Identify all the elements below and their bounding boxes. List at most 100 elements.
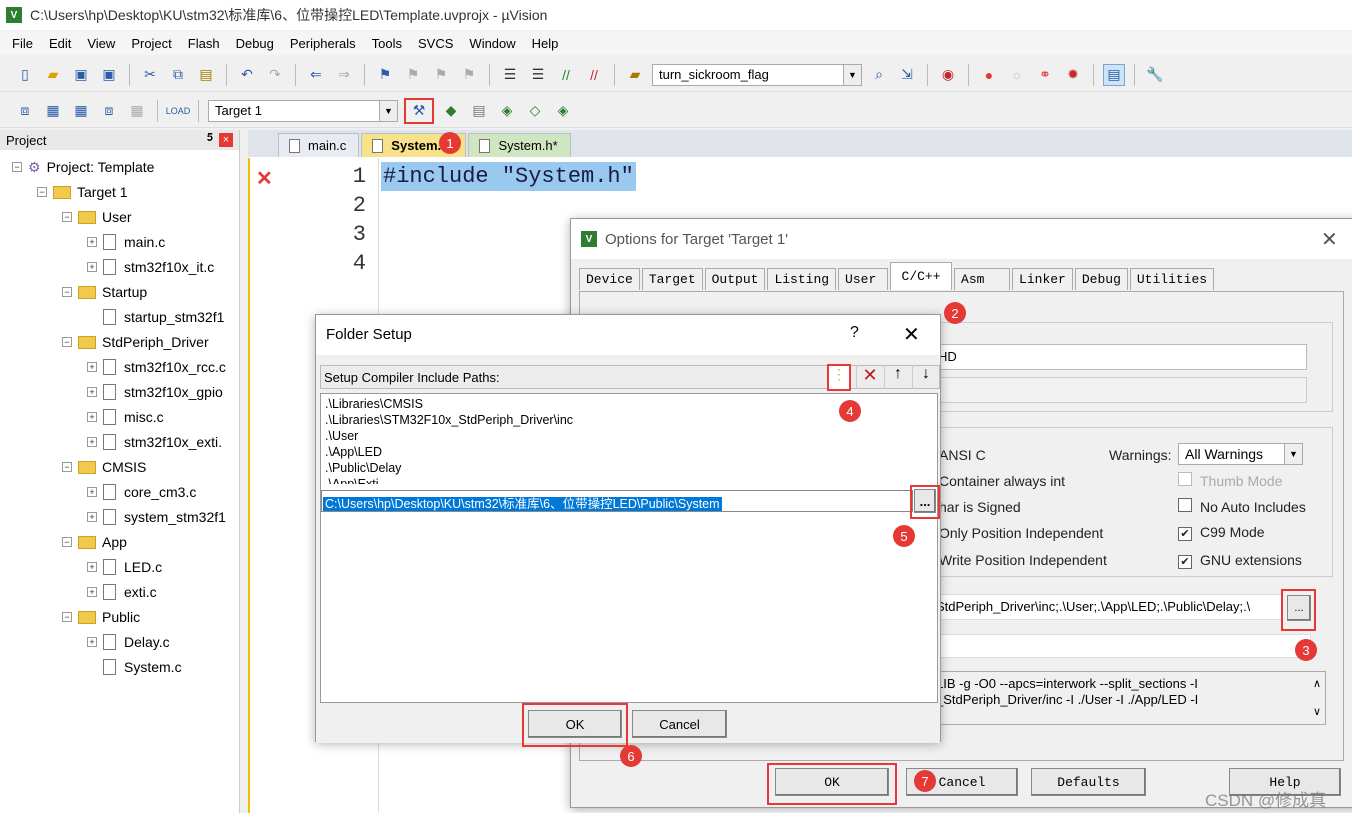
tree-item[interactable]: + misc.c — [87, 406, 164, 428]
unindent-icon[interactable]: ☰ — [527, 64, 549, 86]
menu-svcs[interactable]: SVCS — [410, 36, 461, 51]
save-icon[interactable]: ▣ — [70, 64, 92, 86]
delete-path-icon[interactable]: ✕ — [856, 365, 883, 389]
folder-cancel-button[interactable]: Cancel — [632, 710, 727, 738]
tree-item[interactable]: − Public — [62, 606, 140, 628]
undefine-input[interactable] — [931, 377, 1307, 403]
expand-icon[interactable]: + — [87, 412, 97, 422]
back-icon[interactable]: ⇐ — [305, 64, 327, 86]
menu-help[interactable]: Help — [524, 36, 567, 51]
forward-icon[interactable]: ⇒ — [333, 64, 355, 86]
include-paths-input[interactable]: StdPeriph_Driver\inc;.\User;.\App\LED;.\… — [931, 594, 1283, 620]
chevron-down-icon[interactable]: ▼ — [379, 100, 397, 121]
tree-item[interactable]: − ⚙ Project: Template — [12, 156, 154, 178]
menu-view[interactable]: View — [79, 36, 123, 51]
menu-flash[interactable]: Flash — [180, 36, 228, 51]
gnu-extensions-checkbox[interactable]: ✔ GNU extensions — [1178, 552, 1302, 569]
tab-listing[interactable]: Listing — [767, 268, 837, 290]
breakpoint-icon[interactable]: ● — [978, 64, 1000, 86]
tab-target[interactable]: Target — [641, 268, 703, 290]
cut-icon[interactable]: ✂ — [139, 64, 161, 86]
select-software-packs-icon[interactable]: ◈ — [552, 100, 574, 122]
tree-item[interactable]: + Delay.c — [87, 631, 170, 653]
expand-icon[interactable]: + — [87, 637, 97, 647]
collapse-icon[interactable]: − — [62, 287, 72, 297]
menu-edit[interactable]: Edit — [41, 36, 79, 51]
tree-item[interactable]: + core_cm3.c — [87, 481, 196, 503]
tab-output[interactable]: Output — [704, 268, 766, 290]
help-icon[interactable]: ? — [850, 324, 859, 342]
disable-all-breakpoints-icon[interactable]: ⚭ — [1034, 64, 1056, 86]
tree-item[interactable]: − Startup — [62, 281, 147, 303]
collapse-icon[interactable]: − — [62, 212, 72, 222]
folder-ok-button[interactable]: OK — [528, 710, 622, 738]
rebuild-icon[interactable]: ▦ — [70, 100, 92, 122]
define-input[interactable]: HD — [931, 344, 1307, 370]
collapse-icon[interactable]: − — [62, 337, 72, 347]
bookmark-icon[interactable]: ⚑ — [374, 64, 396, 86]
tree-item[interactable]: + main.c — [87, 231, 165, 253]
chevron-down-icon[interactable]: ▼ — [1284, 444, 1302, 464]
path-item[interactable]: .\User — [325, 428, 933, 444]
close-panel-icon[interactable]: × — [219, 133, 233, 147]
tree-item[interactable]: − App — [62, 531, 127, 553]
window-layout-icon[interactable]: ▤ — [1103, 63, 1125, 86]
expand-icon[interactable]: + — [87, 262, 97, 272]
tree-item[interactable]: + LED.c — [87, 556, 162, 578]
tree-item[interactable]: + stm32f10x_exti. — [87, 431, 222, 453]
menu-tools[interactable]: Tools — [364, 36, 410, 51]
move-up-icon[interactable]: ↑ — [884, 365, 911, 389]
warnings-select[interactable]: All Warnings ▼ — [1178, 443, 1303, 465]
collapse-icon[interactable]: − — [62, 462, 72, 472]
copy-icon[interactable]: ⧉ — [167, 64, 189, 86]
pack-installer-icon[interactable]: ◇ — [524, 100, 546, 122]
new-path-icon[interactable]: ⋮ — [827, 364, 851, 391]
incremental-find-icon[interactable]: ⇲ — [896, 64, 918, 86]
download-icon[interactable]: LOAD — [166, 100, 191, 122]
file-extensions-icon[interactable]: ▤ — [468, 100, 490, 122]
pin-icon[interactable]: 𝟓 — [207, 132, 213, 145]
tree-item[interactable]: + exti.c — [87, 581, 157, 603]
expand-icon[interactable]: + — [87, 237, 97, 247]
tree-item[interactable]: − User — [62, 206, 132, 228]
chevron-down-icon[interactable]: ▼ — [843, 64, 861, 85]
find-combo[interactable]: turn_sickroom_flag ▼ — [652, 63, 862, 86]
options-ok-button[interactable]: OK — [775, 768, 889, 796]
collapse-icon[interactable]: − — [37, 187, 47, 197]
expand-icon[interactable]: + — [87, 437, 97, 447]
menu-project[interactable]: Project — [123, 36, 179, 51]
tree-item[interactable]: + stm32f10x_it.c — [87, 256, 214, 278]
batch-build-icon[interactable]: ⧈ — [98, 100, 120, 122]
translate-icon[interactable]: ⧈ — [14, 100, 36, 122]
expand-icon[interactable]: + — [87, 387, 97, 397]
find-in-files-icon[interactable]: ▰ — [624, 64, 646, 86]
undo-icon[interactable]: ↶ — [236, 64, 258, 86]
manage-components-icon[interactable]: ◆ — [440, 100, 462, 122]
expand-icon[interactable]: + — [87, 512, 97, 522]
tab-debug[interactable]: Debug — [1074, 268, 1128, 290]
expand-icon[interactable]: + — [87, 362, 97, 372]
tree-item[interactable]: + stm32f10x_rcc.c — [87, 356, 226, 378]
c99-mode-checkbox[interactable]: ✔ C99 Mode — [1178, 524, 1265, 541]
prev-bookmark-icon[interactable]: ⚑ — [402, 64, 424, 86]
tree-item[interactable]: − Target 1 — [37, 181, 128, 203]
comment-icon[interactable]: // — [555, 64, 577, 86]
tree-item[interactable]: − CMSIS — [62, 456, 146, 478]
build-icon[interactable]: ▦ — [42, 100, 64, 122]
next-bookmark-icon[interactable]: ⚑ — [430, 64, 452, 86]
expand-icon[interactable]: + — [87, 562, 97, 572]
menu-window[interactable]: Window — [461, 36, 523, 51]
menu-file[interactable]: File — [4, 36, 41, 51]
uncomment-icon[interactable]: // — [583, 64, 605, 86]
path-browse-button[interactable]: ... — [914, 489, 936, 513]
options-defaults-button[interactable]: Defaults — [1031, 768, 1146, 796]
tab-utilities[interactable]: Utilities — [1129, 268, 1215, 290]
open-icon[interactable]: ▰ — [42, 64, 64, 86]
debug-session-icon[interactable]: ◉ — [937, 64, 959, 86]
expand-icon[interactable]: + — [87, 587, 97, 597]
close-icon[interactable]: ✕ — [903, 322, 920, 347]
close-icon[interactable]: ✕ — [1321, 227, 1338, 252]
stop-build-icon[interactable]: ▦ — [126, 100, 148, 122]
target-select[interactable]: Target 1 ▼ — [208, 99, 398, 122]
disable-breakpoint-icon[interactable]: ○ — [1006, 64, 1028, 86]
